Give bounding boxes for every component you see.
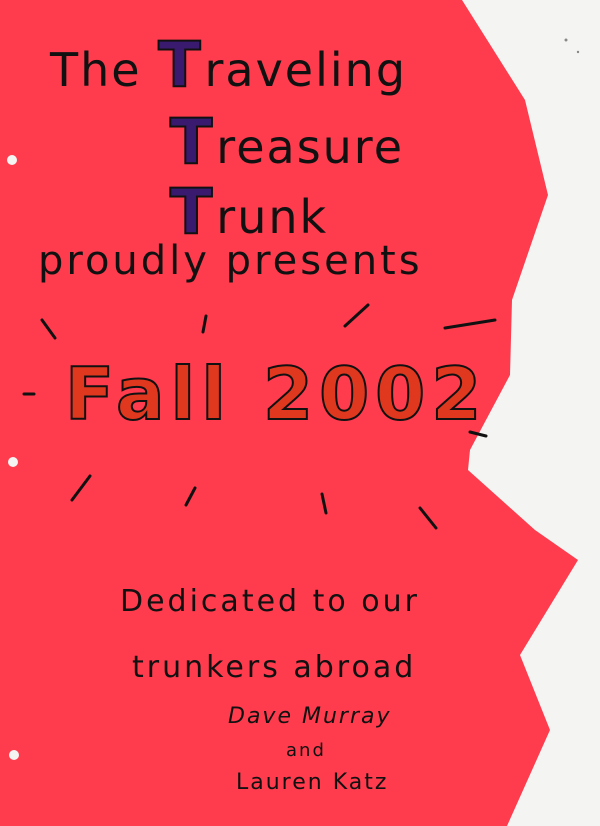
speck	[576, 50, 580, 54]
binder-hole	[9, 750, 19, 760]
title-initial: T	[157, 27, 203, 102]
title-word-the: The	[50, 43, 159, 97]
dedication-line-2: trunkers abroad	[132, 650, 417, 685]
name-dave-murray: Dave Murray	[228, 704, 392, 729]
title-line-traveling: The Traveling	[50, 27, 408, 102]
title-initial: T	[169, 104, 215, 179]
title-word-rest: reasure	[216, 120, 405, 174]
binder-hole	[8, 457, 18, 467]
season-heading: Fall 2002	[64, 351, 488, 437]
name-lauren-katz: Lauren Katz	[236, 770, 389, 795]
title-line-treasure: Treasure	[169, 104, 405, 179]
scanned-page: The Traveling Treasure Trunk proudly pre…	[0, 0, 600, 826]
speck	[564, 38, 568, 42]
title-word-rest: runk	[216, 190, 329, 244]
title-word-rest: raveling	[204, 43, 408, 97]
names-conjunction: and	[286, 740, 326, 761]
dedication-line-1: Dedicated to our	[120, 584, 420, 619]
subtitle: proudly presents	[38, 238, 423, 284]
binder-hole	[7, 155, 17, 165]
